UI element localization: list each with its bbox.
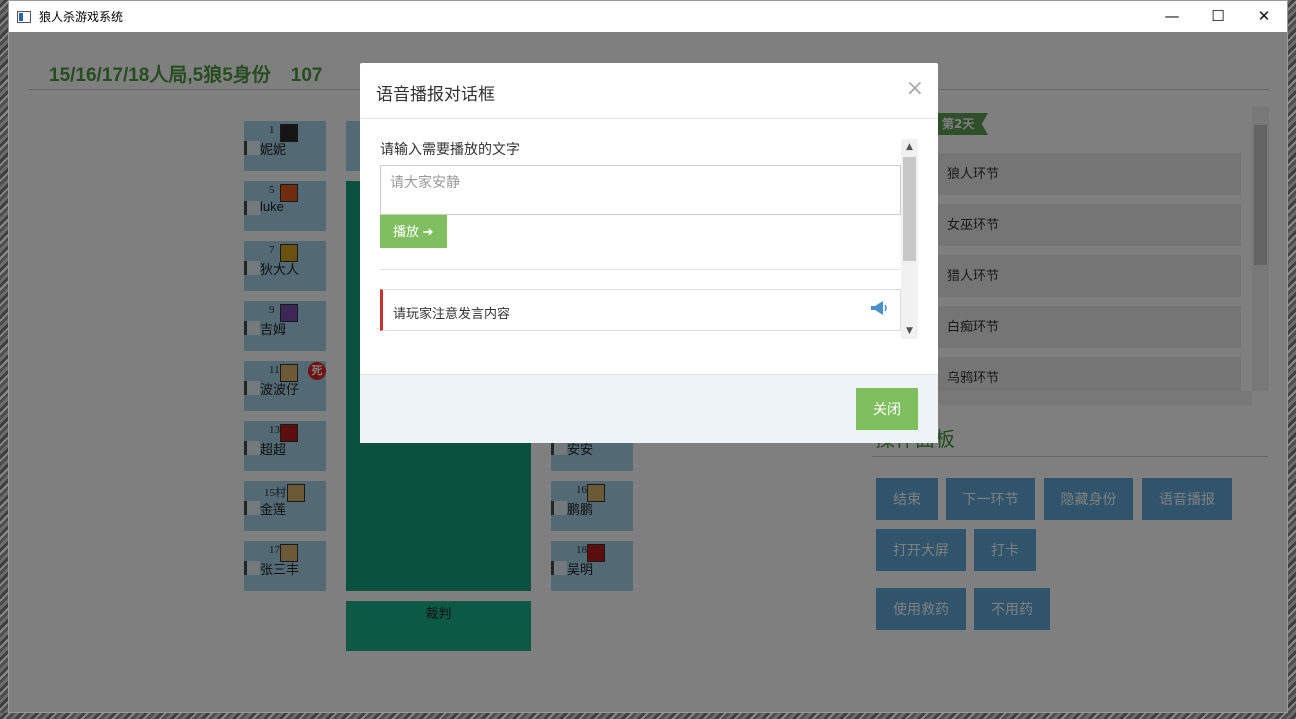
megaphone-icon[interactable]	[870, 300, 888, 316]
body-divider	[380, 269, 901, 270]
title-bar: 狼人杀游戏系统 — ☐ ✕	[9, 1, 1287, 32]
message-text: 请玩家注意发言内容	[393, 306, 511, 321]
scrollbar-thumb[interactable]	[903, 157, 916, 261]
voice-broadcast-dialog: 语音播报对话框 × 请输入需要播放的文字 请大家安静 播放 ➔ 请玩家注意发言内…	[360, 63, 938, 443]
broadcast-message-item[interactable]: 请玩家注意发言内容	[380, 289, 901, 331]
close-icon[interactable]: ×	[906, 78, 924, 100]
window-title: 狼人杀游戏系统	[39, 10, 124, 24]
window-controls: — ☐ ✕	[1149, 1, 1287, 31]
play-button[interactable]: 播放 ➔	[380, 215, 447, 248]
dialog-header: 语音播报对话框 ×	[360, 63, 938, 119]
dialog-scrollbar[interactable]: ▲ ▼	[901, 139, 918, 339]
close-dialog-button[interactable]: 关闭	[856, 388, 918, 430]
broadcast-text-input[interactable]: 请大家安静	[380, 165, 901, 215]
desktop-background-right	[1288, 0, 1296, 719]
close-window-button[interactable]: ✕	[1241, 1, 1287, 31]
minimize-button[interactable]: —	[1149, 1, 1195, 31]
dialog-title: 语音播报对话框	[376, 85, 495, 104]
desktop-background-bottom	[0, 713, 1296, 719]
dialog-body: 请输入需要播放的文字 请大家安静 播放 ➔ 请玩家注意发言内容 ▲ ▼	[380, 139, 918, 339]
app-window: 狼人杀游戏系统 — ☐ ✕ 15/16/17/18人局,5狼5身份107 程 1…	[8, 0, 1288, 713]
app-icon	[17, 10, 31, 23]
desktop-background-left	[0, 0, 8, 719]
scroll-up-icon[interactable]: ▲	[901, 139, 918, 155]
scroll-down-icon[interactable]: ▼	[901, 323, 918, 339]
dialog-footer: 关闭	[360, 374, 938, 443]
maximize-button[interactable]: ☐	[1195, 1, 1241, 31]
text-field-label: 请输入需要播放的文字	[380, 141, 520, 157]
